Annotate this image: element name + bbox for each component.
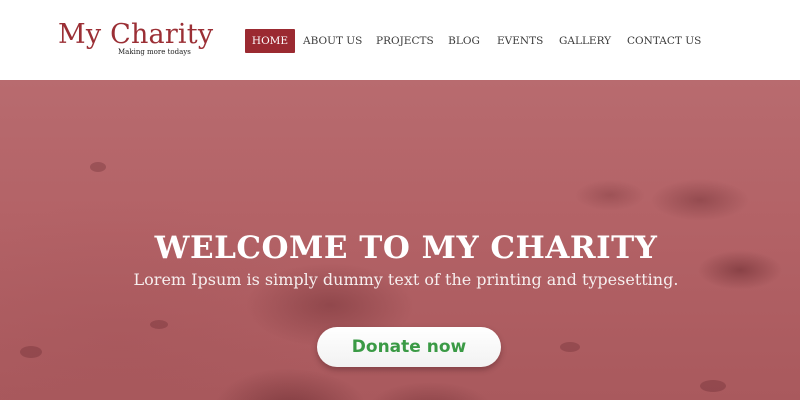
site-logo[interactable]: My Charity Making more todays: [58, 18, 218, 62]
sand-speck: [560, 342, 580, 352]
sand-speck: [700, 380, 726, 392]
hero-banner: WELCOME TO MY CHARITY Lorem Ipsum is sim…: [0, 80, 800, 400]
nav-item-projects[interactable]: PROJECTS: [376, 29, 434, 53]
sand-speck: [90, 162, 106, 172]
hero-title: WELCOME TO MY CHARITY: [154, 230, 658, 266]
sand-speck: [20, 346, 42, 358]
nav-item-about-us[interactable]: ABOUT US: [303, 29, 362, 53]
nav-item-events[interactable]: EVENTS: [497, 29, 543, 53]
nav-item-gallery[interactable]: GALLERY: [559, 29, 611, 53]
sand-speck: [150, 320, 168, 329]
nav-item-home[interactable]: HOME: [245, 29, 295, 53]
hero-subtitle: Lorem Ipsum is simply dummy text of the …: [133, 270, 679, 289]
nav-item-blog[interactable]: BLOG: [448, 29, 480, 53]
logo-title: My Charity: [58, 19, 214, 50]
logo-tagline: Making more todays: [118, 48, 191, 56]
site-header: My Charity Making more todays HOME ABOUT…: [0, 0, 800, 80]
nav-item-contact-us[interactable]: CONTACT US: [627, 29, 701, 53]
donate-now-button[interactable]: Donate now: [317, 327, 501, 367]
